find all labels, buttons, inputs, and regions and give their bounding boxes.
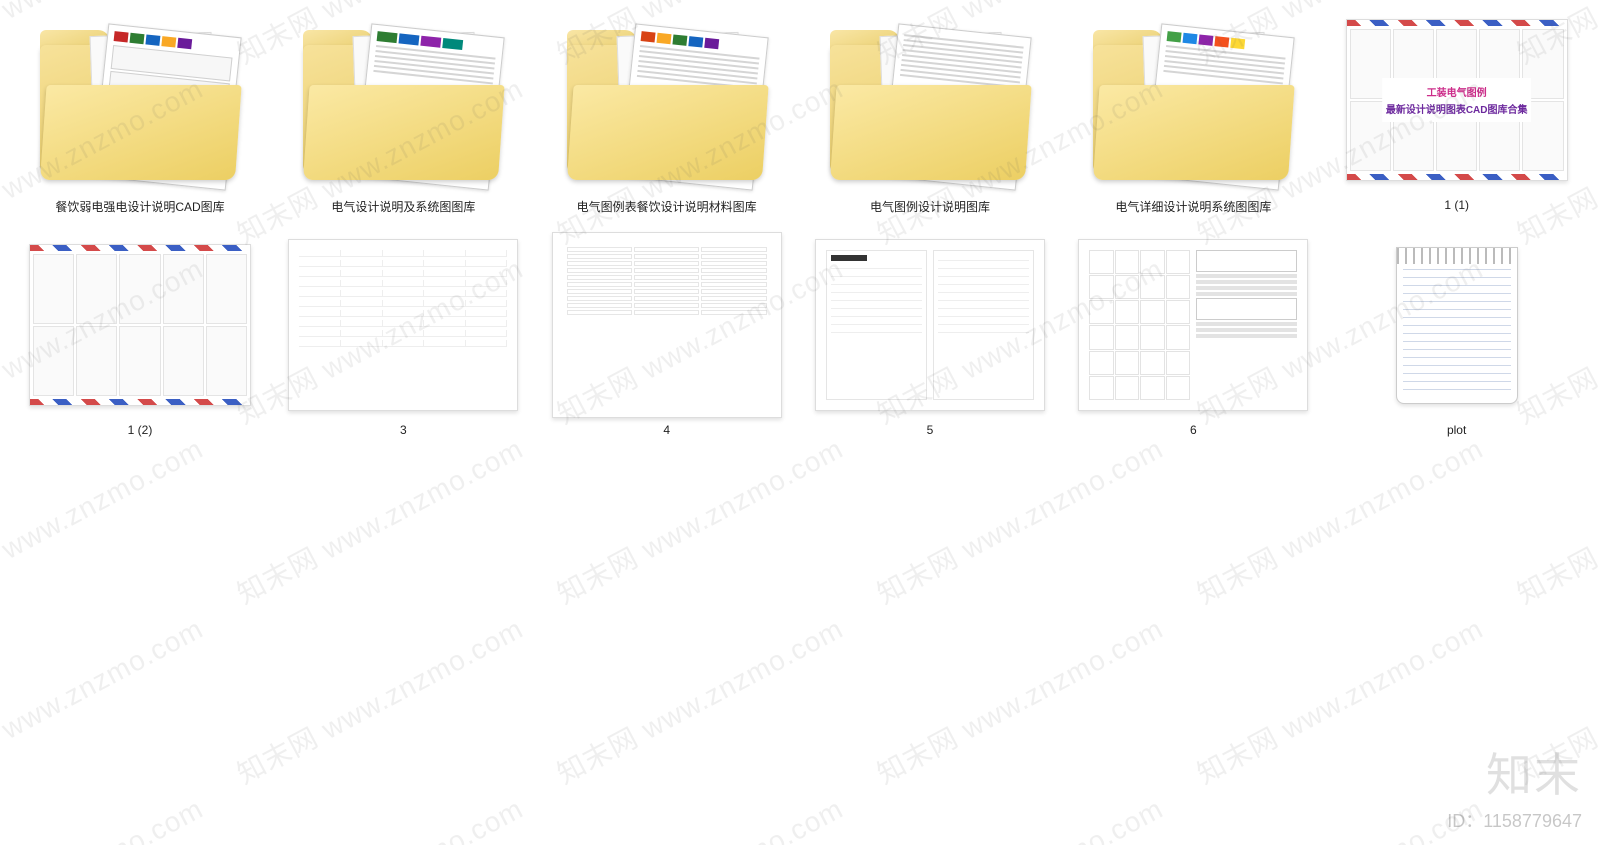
item-label: 电气设计说明及系统图图库 — [331, 198, 475, 215]
item-label: 电气图例设计说明图库 — [870, 198, 990, 215]
image-thumb-icon — [552, 235, 782, 415]
image-thumb-icon — [25, 235, 255, 415]
folder-icon — [1078, 10, 1308, 190]
image-item[interactable]: 4 — [547, 235, 787, 437]
folder-item[interactable]: 电气图例设计说明图库 — [810, 10, 1050, 215]
item-label: 4 — [663, 423, 670, 437]
item-label: 电气详细设计说明系统图图库 — [1115, 198, 1271, 215]
image-item[interactable]: 3 — [283, 235, 523, 437]
image-item[interactable]: 6 — [1073, 235, 1313, 437]
banner-title: 工装电气图例 — [1386, 84, 1528, 99]
item-label: 5 — [927, 423, 934, 437]
id-watermark: ID：1158779647 — [1447, 807, 1582, 833]
file-item[interactable]: plot — [1337, 235, 1577, 437]
item-label: 1 (1) — [1444, 198, 1469, 212]
image-thumb-icon — [1078, 235, 1308, 415]
brand-watermark: 知末 — [1486, 739, 1582, 805]
notepad-icon — [1342, 235, 1572, 415]
folder-item[interactable]: 电气图例表餐饮设计说明材料图库 — [547, 10, 787, 215]
image-item[interactable]: 工装电气图例 最新设计说明图表CAD图库合集 1 (1) — [1337, 10, 1577, 215]
image-thumb-icon: 工装电气图例 最新设计说明图表CAD图库合集 — [1342, 10, 1572, 190]
item-label: 电气图例表餐饮设计说明材料图库 — [577, 198, 757, 215]
item-label: 1 (2) — [128, 423, 153, 437]
item-label: 3 — [400, 423, 407, 437]
item-label: 6 — [1190, 423, 1197, 437]
item-label: 餐饮弱电强电设计说明CAD图库 — [55, 198, 224, 215]
image-item[interactable]: 5 — [810, 235, 1050, 437]
file-grid: 餐饮弱电强电设计说明CAD图库 电气设计说明及系统图图库 — [0, 0, 1600, 447]
folder-item[interactable]: 电气详细设计说明系统图图库 — [1073, 10, 1313, 215]
folder-icon — [288, 10, 518, 190]
item-label: plot — [1447, 423, 1466, 437]
banner-subtitle: 最新设计说明图表CAD图库合集 — [1386, 101, 1528, 116]
folder-icon — [815, 10, 1045, 190]
image-item[interactable]: 1 (2) — [20, 235, 260, 437]
folder-icon — [552, 10, 782, 190]
image-thumb-icon — [815, 235, 1045, 415]
image-thumb-icon — [288, 235, 518, 415]
folder-icon — [25, 10, 255, 190]
folder-item[interactable]: 餐饮弱电强电设计说明CAD图库 — [20, 10, 260, 215]
folder-item[interactable]: 电气设计说明及系统图图库 — [283, 10, 523, 215]
